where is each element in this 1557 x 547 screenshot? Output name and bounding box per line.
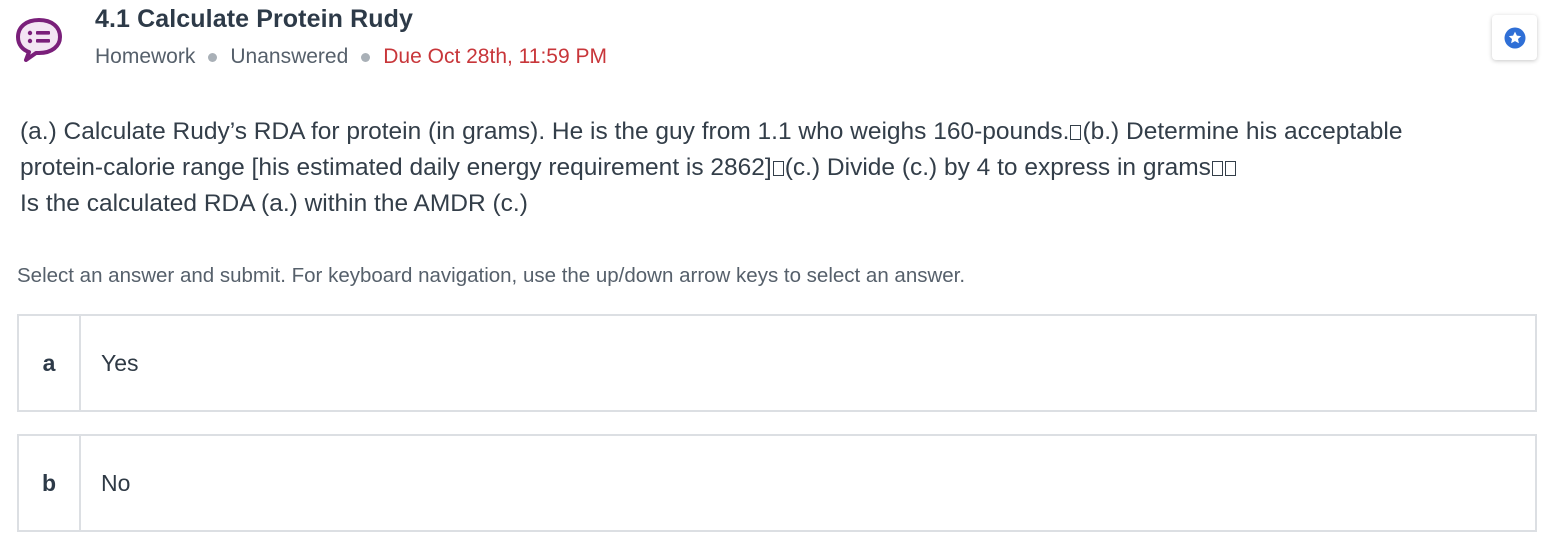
answer-instructions: Select an answer and submit. For keyboar…	[17, 264, 966, 287]
question-line-2: protein-calorie range [his estimated dai…	[20, 150, 1500, 186]
favorite-button[interactable]	[1492, 15, 1537, 60]
separator-dot	[208, 52, 218, 62]
due-date: Due Oct 28th, 11:59 PM	[383, 45, 607, 68]
question-list-icon	[14, 16, 64, 62]
answer-option-a[interactable]: a Yes	[17, 314, 1537, 412]
separator-dot	[361, 52, 371, 62]
answer-letter: a	[19, 316, 81, 410]
question-line-3: Is the calculated RDA (a.) within the AM…	[20, 190, 528, 217]
answer-option-b[interactable]: b No	[17, 434, 1537, 532]
missing-glyph	[1224, 161, 1236, 176]
question-line-1: (a.) Calculate Rudy’s RDA for protein (i…	[20, 118, 1403, 145]
missing-glyph	[772, 161, 784, 176]
missing-glyph	[1211, 161, 1223, 176]
star-icon	[1504, 27, 1525, 48]
question-page: 4.1 Calculate Protein Rudy Homework Unan…	[0, 0, 1557, 547]
question-prompt: (a.) Calculate Rudy’s RDA for protein (i…	[20, 114, 1500, 222]
page-title: 4.1 Calculate Protein Rudy	[95, 5, 413, 33]
assignment-type: Homework	[95, 45, 196, 68]
answer-letter: b	[19, 436, 81, 530]
question-meta: Homework Unanswered Due Oct 28th, 11:59 …	[95, 45, 607, 69]
missing-glyph	[1070, 125, 1082, 140]
answer-text: No	[101, 469, 131, 496]
status-label: Unanswered	[230, 45, 349, 68]
answer-text: Yes	[101, 349, 139, 376]
